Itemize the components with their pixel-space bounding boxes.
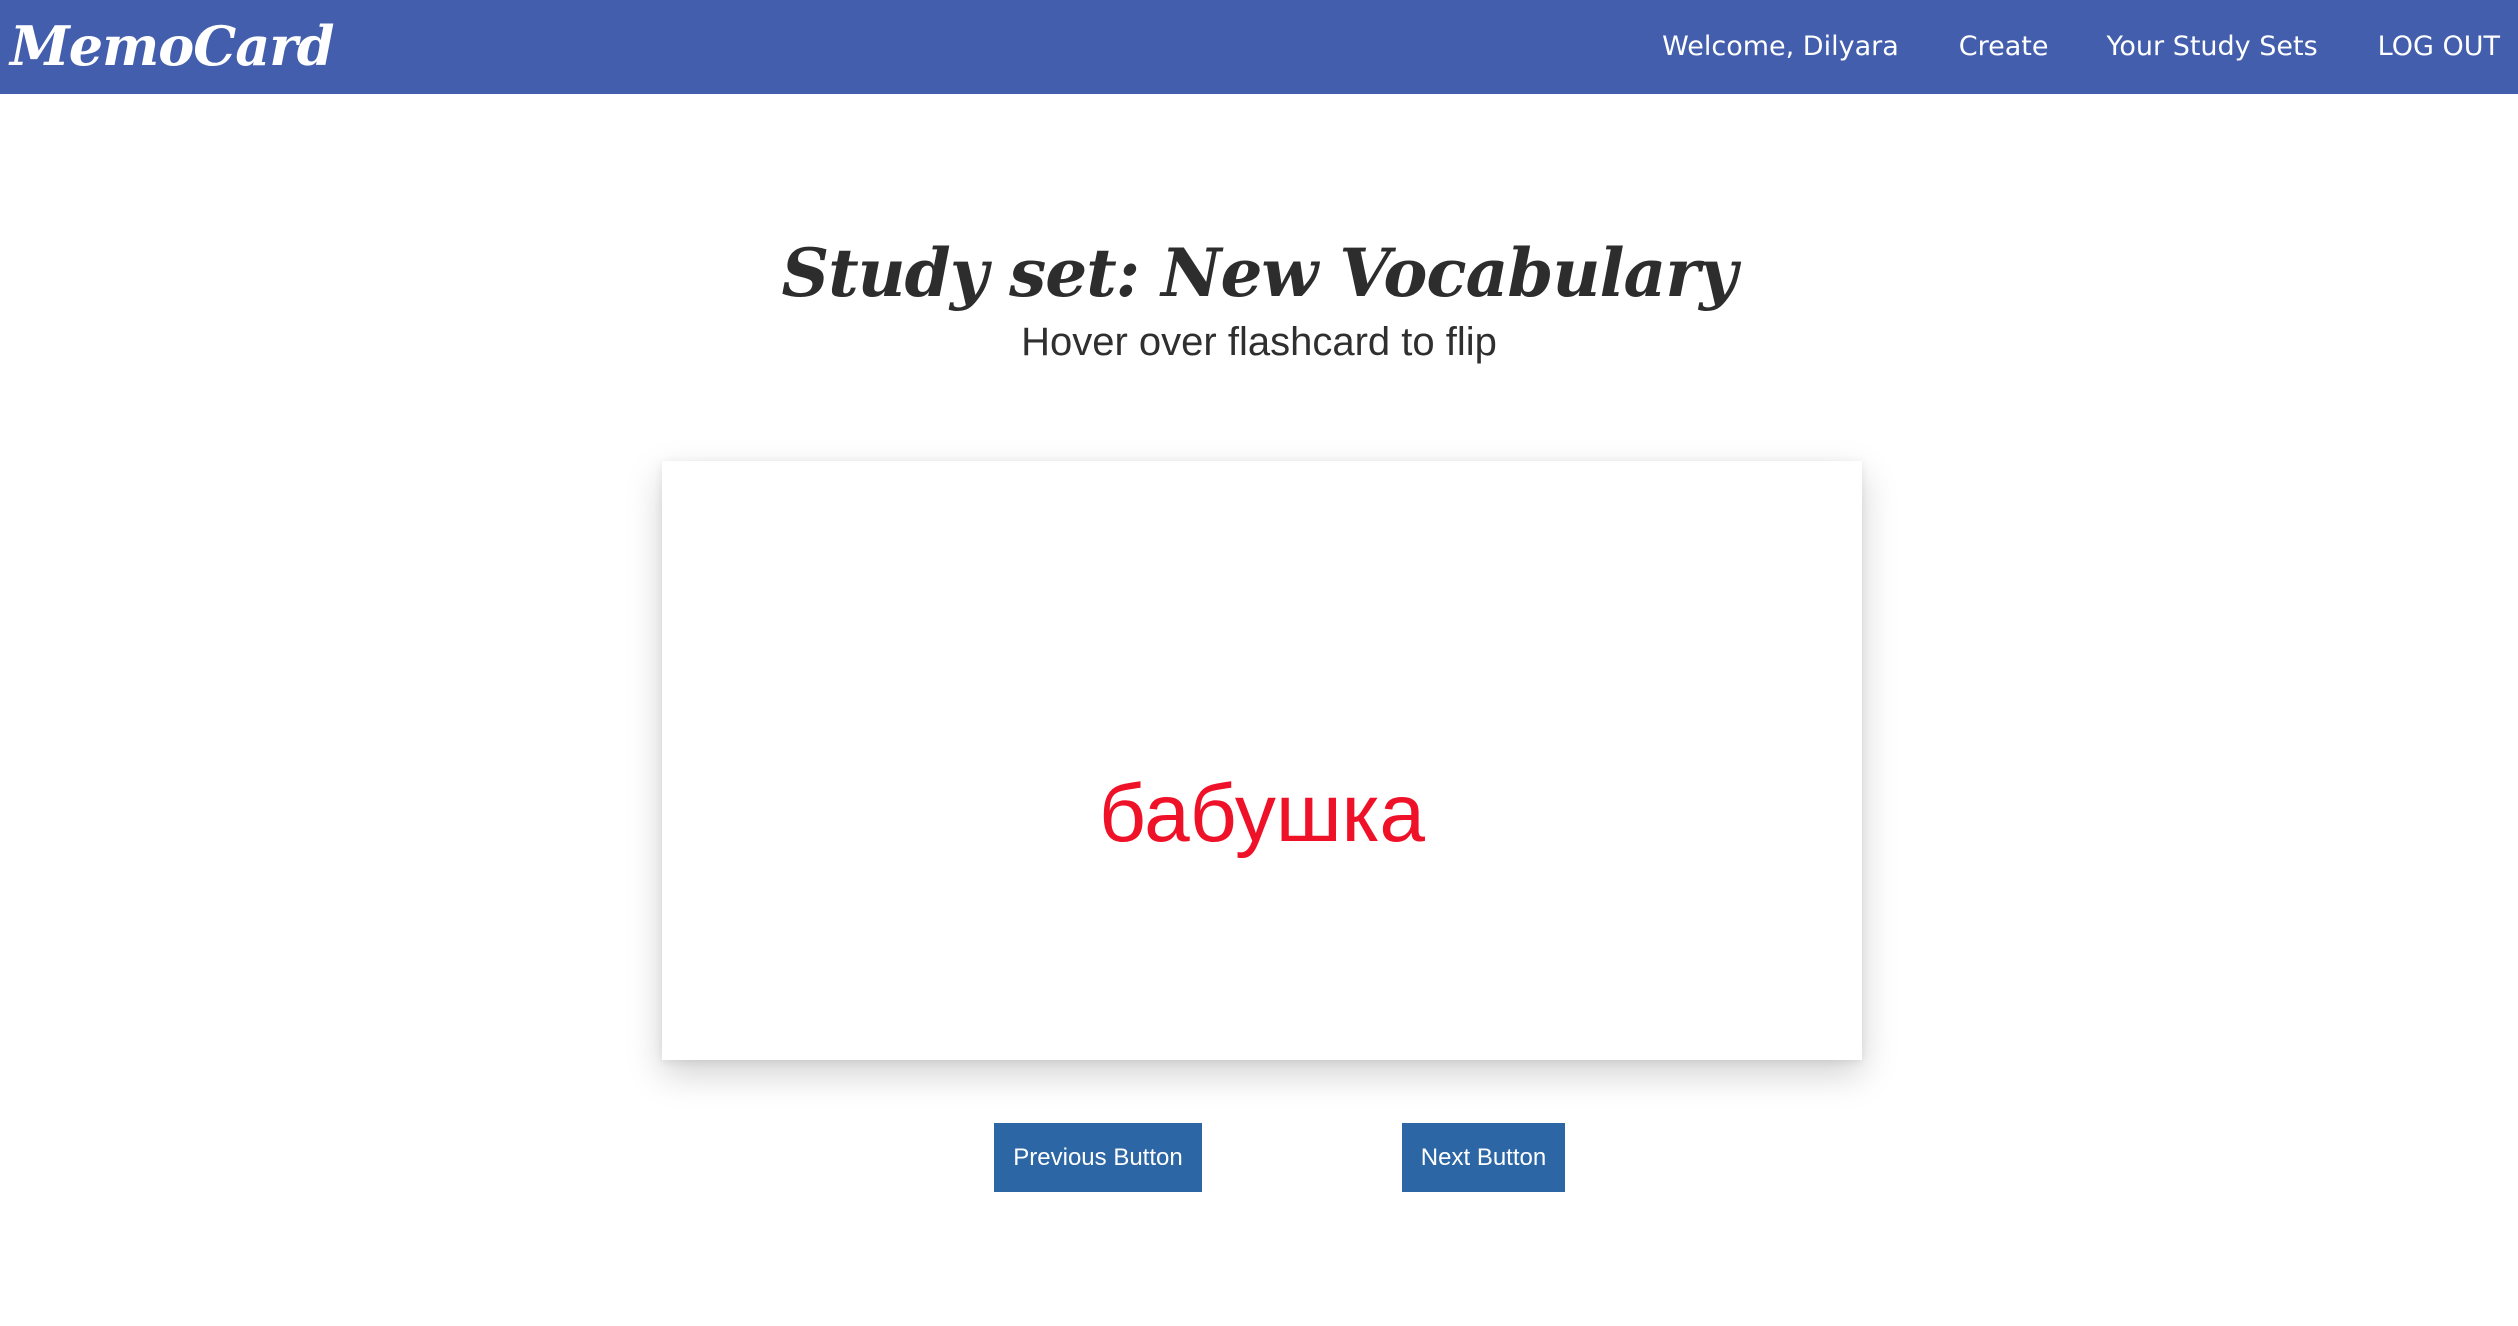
- your-study-sets-link[interactable]: Your Study Sets: [2106, 28, 2317, 66]
- brand-logo[interactable]: MemoCard: [10, 14, 334, 78]
- flashcard-term: бабушка: [1099, 768, 1425, 859]
- previous-button[interactable]: Previous Button: [994, 1123, 1202, 1192]
- page-title: Study set: New Vocabulary: [781, 234, 1738, 313]
- log-out-link[interactable]: LOG OUT: [2378, 28, 2500, 66]
- flashcard[interactable]: бабушка: [662, 461, 1862, 1060]
- top-navigation-bar: MemoCard Welcome, Dilyara Create Your St…: [0, 0, 2518, 94]
- navigation-links: Welcome, Dilyara Create Your Study Sets …: [1662, 28, 2500, 66]
- welcome-user-link[interactable]: Welcome, Dilyara: [1662, 28, 1899, 66]
- next-button[interactable]: Next Button: [1402, 1123, 1565, 1192]
- flip-instruction: Hover over flashcard to flip: [1021, 320, 1497, 364]
- create-link[interactable]: Create: [1959, 28, 2049, 66]
